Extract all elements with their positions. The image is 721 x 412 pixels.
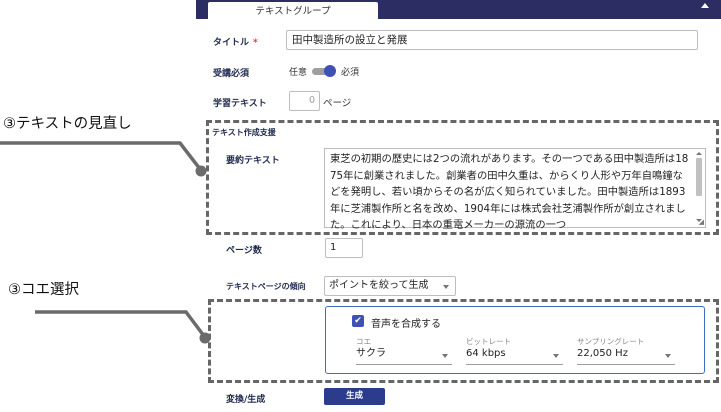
required-study-label: 受講必須 bbox=[213, 69, 250, 79]
study-text-pages-input[interactable]: 0 bbox=[289, 91, 320, 111]
voice-synthesis-card: ✔ 音声を合成する コエ サクラ ビットレート 64 kbps サンプリングレー… bbox=[325, 306, 705, 374]
title-input[interactable]: 田中製造所の設立と発展 bbox=[286, 30, 698, 50]
tendency-label: テキストページの傾向 bbox=[226, 282, 306, 291]
tab-text-group[interactable]: テキストグループ bbox=[208, 2, 378, 21]
resize-handle-icon[interactable]: ◢ bbox=[699, 219, 704, 226]
tendency-select[interactable]: ポイントを絞って生成 bbox=[324, 276, 456, 296]
textarea-scrollbar[interactable] bbox=[695, 152, 703, 222]
summary-label: 要約テキスト bbox=[226, 156, 280, 166]
scroll-thumb[interactable] bbox=[696, 158, 702, 196]
samplerate-value: 22,050 Hz bbox=[577, 348, 628, 359]
annotation-review-text: ③テキストの見直し bbox=[3, 116, 132, 132]
pages-suffix: ページ bbox=[323, 98, 352, 109]
summary-text: 東芝の初期の歴史には2つの流れがあります。その一つである田中製造所は1875年に… bbox=[330, 153, 689, 232]
toggle-off-label: 任意 bbox=[289, 67, 308, 78]
title-label: タイトル * bbox=[213, 35, 258, 48]
bitrate-value: 64 kbps bbox=[466, 348, 506, 359]
title-label-text: タイトル bbox=[213, 38, 250, 48]
convert-label: 変換/生成 bbox=[226, 395, 266, 405]
bitrate-dropdown-arrow-icon bbox=[553, 354, 559, 358]
review-leader-line bbox=[0, 141, 202, 171]
collapse-caret-icon[interactable] bbox=[701, 3, 709, 8]
samplerate-select[interactable]: 22,050 Hz bbox=[577, 346, 675, 365]
text-support-label: テキスト作成支援 bbox=[212, 128, 276, 137]
tendency-value: ポイントを絞って生成 bbox=[329, 280, 429, 291]
study-text-label: 学習テキスト bbox=[213, 99, 267, 109]
voice-dropdown-arrow-icon bbox=[442, 354, 448, 358]
scroll-up-arrow-icon[interactable] bbox=[696, 152, 702, 155]
synthesize-checkbox[interactable]: ✔ bbox=[352, 315, 364, 327]
voice-select[interactable]: サクラ bbox=[356, 346, 452, 365]
samplerate-dropdown-arrow-icon bbox=[665, 354, 671, 358]
required-mark: * bbox=[253, 38, 258, 48]
voice-value: サクラ bbox=[356, 348, 386, 359]
annotation-voice-select: ③コエ選択 bbox=[8, 282, 79, 298]
toggle-knob bbox=[324, 65, 337, 77]
voice-leader-line bbox=[35, 310, 206, 338]
tendency-dropdown-arrow-icon bbox=[443, 285, 449, 289]
review-leader-dot bbox=[195, 165, 207, 177]
page-count-label: ページ数 bbox=[226, 246, 262, 256]
required-toggle-group: 任意 必須 bbox=[289, 64, 359, 78]
required-toggle[interactable] bbox=[312, 65, 337, 77]
page-count-input[interactable]: 1 bbox=[325, 238, 363, 258]
toggle-on-label: 必須 bbox=[341, 67, 360, 78]
generate-button[interactable]: 生成 bbox=[324, 388, 385, 405]
synthesize-label: 音声を合成する bbox=[371, 319, 441, 330]
bitrate-select[interactable]: 64 kbps bbox=[466, 346, 563, 365]
summary-textarea[interactable]: 東芝の初期の歴史には2つの流れがあります。その一つである田中製造所は1875年に… bbox=[324, 148, 706, 231]
